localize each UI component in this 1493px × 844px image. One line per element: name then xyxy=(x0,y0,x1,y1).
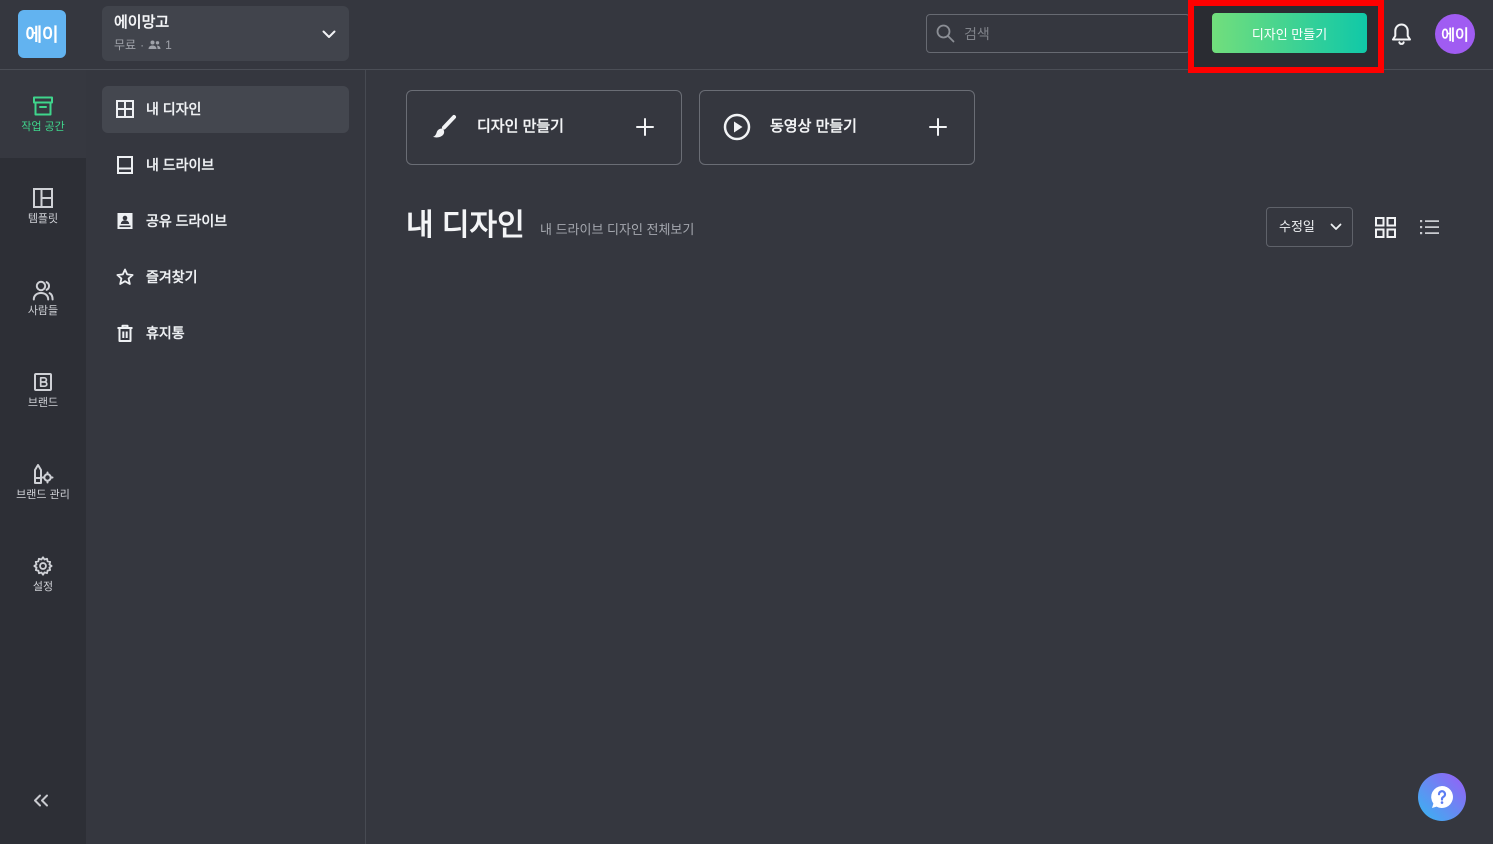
help-button[interactable] xyxy=(1418,773,1466,821)
sidebar-item-trash[interactable]: 휴지통 xyxy=(102,310,349,357)
sidebar-item-label: 휴지통 xyxy=(146,325,185,341)
rail-item-brand-management[interactable]: 브랜드 관리 xyxy=(0,438,86,526)
create-design-button[interactable]: 디자인 만들기 xyxy=(1212,13,1367,53)
people-icon xyxy=(148,40,161,50)
rail-item-settings[interactable]: 설정 xyxy=(0,530,86,618)
rail-item-label: 템플릿 xyxy=(27,213,59,225)
app-logo[interactable]: 에이 xyxy=(18,10,66,58)
sidebar-item-my-drive[interactable]: 내 드라이브 xyxy=(102,142,349,189)
workspace-meta: 무료 · 1 xyxy=(114,37,172,53)
chevron-down-icon xyxy=(1330,223,1342,231)
grid-layout-icon xyxy=(116,100,134,118)
create-design-button-label: 디자인 만들기 xyxy=(1251,26,1328,42)
rail-item-people[interactable]: 사람들 xyxy=(0,254,86,342)
play-circle-icon xyxy=(723,113,751,141)
rail-item-label: 작업 공간 xyxy=(21,121,65,133)
plus-icon xyxy=(929,118,947,136)
sidebar-item-favorites[interactable]: 즐겨찾기 xyxy=(102,254,349,301)
rail-item-brand[interactable]: 브랜드 xyxy=(0,346,86,434)
brand-kit-icon xyxy=(32,463,54,485)
workspace-member-count: 1 xyxy=(165,38,172,52)
chevron-down-icon xyxy=(322,30,336,39)
sidebar-item-label: 내 드라이브 xyxy=(146,157,215,173)
help-chat-icon xyxy=(1429,784,1455,810)
workspace-plan: 무료 xyxy=(114,38,137,52)
brand-b-icon xyxy=(32,371,54,393)
rail-item-workspace[interactable]: 작업 공간 xyxy=(0,70,86,158)
gear-icon xyxy=(32,555,54,577)
sidebar-item-label: 내 디자인 xyxy=(146,101,202,117)
search-input[interactable]: 검색 xyxy=(926,14,1190,53)
star-icon xyxy=(116,268,134,286)
avatar-text: 에이 xyxy=(1441,26,1469,44)
sidebar-item-my-designs[interactable]: 내 디자인 xyxy=(102,86,349,133)
avatar[interactable]: 에이 xyxy=(1435,14,1475,54)
page-title: 내 디자인 xyxy=(406,209,525,242)
view-all-drive-link[interactable]: 내 드라이브 디자인 전체보기 xyxy=(540,221,694,239)
create-video-card-label: 동영상 만들기 xyxy=(770,118,857,135)
bell-icon[interactable] xyxy=(1391,22,1412,46)
people-icon xyxy=(32,279,54,301)
template-layout-icon xyxy=(32,187,54,209)
rail-item-label: 사람들 xyxy=(27,305,59,317)
shared-drive-icon xyxy=(116,212,134,230)
archive-icon xyxy=(32,95,54,117)
search-icon xyxy=(936,24,955,43)
rail-item-label: 브랜드 관리 xyxy=(16,489,70,501)
sort-selected-label: 수정일 xyxy=(1279,219,1315,234)
logo-text: 에이 xyxy=(25,25,59,45)
plus-icon xyxy=(636,118,654,136)
create-video-card[interactable]: 동영상 만들기 xyxy=(699,90,975,165)
workspace-selector[interactable]: 에이망고 무료 · 1 xyxy=(102,6,349,61)
rail-item-label: 브랜드 xyxy=(27,397,59,409)
sort-dropdown[interactable]: 수정일 xyxy=(1266,207,1353,247)
grid-view-icon[interactable] xyxy=(1375,217,1396,238)
create-design-card[interactable]: 디자인 만들기 xyxy=(406,90,682,165)
rail-item-label: 설정 xyxy=(32,581,54,593)
workspace-name: 에이망고 xyxy=(114,14,170,31)
meta-separator: · xyxy=(140,38,145,52)
trash-icon xyxy=(116,324,134,342)
search-placeholder: 검색 xyxy=(964,26,990,42)
sidebar-item-shared-drive[interactable]: 공유 드라이브 xyxy=(102,198,349,245)
create-design-card-label: 디자인 만들기 xyxy=(477,118,564,135)
sidebar-item-label: 즐겨찾기 xyxy=(146,269,198,285)
brush-icon xyxy=(430,113,458,141)
drive-icon xyxy=(116,156,134,174)
double-chevron-left-icon[interactable] xyxy=(32,794,50,807)
rail-item-templates[interactable]: 템플릿 xyxy=(0,162,86,250)
sidebar-item-label: 공유 드라이브 xyxy=(146,213,228,229)
list-view-icon[interactable] xyxy=(1419,218,1440,236)
